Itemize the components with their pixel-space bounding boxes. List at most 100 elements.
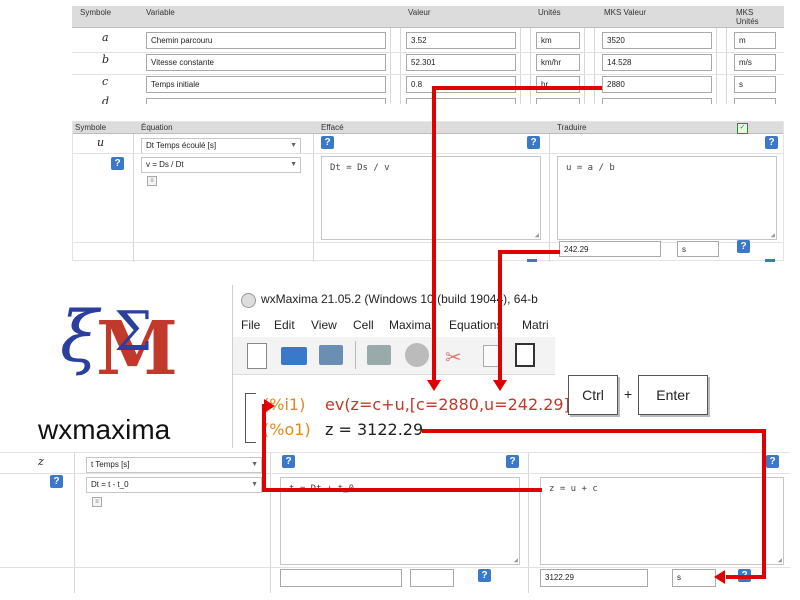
mks-valeur-input-b[interactable]: 14.528 <box>602 54 712 71</box>
help-button[interactable]: ? <box>737 240 750 253</box>
save-icon[interactable] <box>319 345 343 365</box>
ctrl-key: Ctrl <box>568 375 618 415</box>
bottom-formula-select-value: Dt = t - t_0 <box>91 480 129 489</box>
help-button[interactable]: ? <box>478 569 491 582</box>
output-value: z = 3122.29 <box>325 420 424 439</box>
menu-matrix[interactable]: Matri <box>522 318 549 332</box>
unite-input-d[interactable] <box>536 98 580 104</box>
col-sep <box>390 28 391 104</box>
valeur-input-b[interactable]: 52.301 <box>406 54 516 71</box>
input-prefix: ev(z=c+u,[c= <box>325 395 439 414</box>
formula-select[interactable]: v = Ds / Dt ▼ <box>141 157 301 173</box>
dropdown-arrow-icon: ▼ <box>290 161 297 168</box>
variable-table: Symbole Variable Valeur Unités MKS Valeu… <box>72 6 784 104</box>
help-button[interactable]: ? <box>527 136 540 149</box>
arrow-u-vertical <box>498 250 502 382</box>
col-sep <box>584 28 585 104</box>
equation-select[interactable]: Dt Temps écoulé [s] ▼ <box>141 138 301 154</box>
bottom-formula-select[interactable]: Dt = t - t_0 ▼ <box>86 477 262 493</box>
arrow-t-head <box>264 399 275 413</box>
document-icon[interactable]: ≡ <box>147 176 157 186</box>
bottom-efface-unit-input[interactable] <box>410 569 454 587</box>
cell-bracket[interactable] <box>245 393 256 443</box>
mks-unite-input-c[interactable]: s <box>734 76 776 93</box>
menu-edit[interactable]: Edit <box>274 318 295 332</box>
unite-input-c[interactable]: hr <box>536 76 580 93</box>
help-button[interactable]: ? <box>282 455 295 468</box>
help-button[interactable]: ? <box>765 136 778 149</box>
variable-input-d[interactable] <box>146 98 386 104</box>
valeur-input-c[interactable]: 0.8 <box>406 76 516 93</box>
help-button[interactable]: ? <box>50 475 63 488</box>
header-mks-unites-1: MKS <box>736 8 754 17</box>
unite-input-a[interactable]: km <box>536 32 580 49</box>
bottom-equation-select[interactable]: t Temps [s] ▼ <box>86 457 262 473</box>
menu-view[interactable]: View <box>311 318 337 332</box>
paste-icon[interactable] <box>515 343 535 367</box>
mks-unite-input-d[interactable] <box>734 98 776 104</box>
help-button[interactable]: ? <box>766 455 779 468</box>
variable-input-a[interactable]: Chemin parcouru <box>146 32 386 49</box>
col-sep <box>74 453 75 593</box>
open-folder-icon[interactable] <box>281 347 307 365</box>
row-divider <box>72 74 784 75</box>
header-symbole: Symbole <box>75 123 107 132</box>
col-sep <box>726 28 727 104</box>
input-u-value: 242.29 <box>507 395 564 414</box>
bottom-result-value-input[interactable]: 3122.29 <box>540 569 648 587</box>
checkbox-icon[interactable]: ✓ <box>737 123 748 134</box>
resize-handle-icon[interactable]: ◢ <box>535 231 539 239</box>
new-document-icon[interactable] <box>247 343 267 369</box>
result-value-input[interactable]: 242.29 <box>559 241 661 257</box>
equation-table: Symbole Équation Effacé Traduire ✓ u Dt … <box>72 121 784 262</box>
row-divider <box>0 473 790 474</box>
mks-unite-input-a[interactable]: m <box>734 32 776 49</box>
help-button[interactable]: ? <box>506 455 519 468</box>
valeur-input-a[interactable]: 3.52 <box>406 32 516 49</box>
bottom-result-unit-input[interactable]: s <box>672 569 716 587</box>
col-sep <box>400 28 401 104</box>
bottom-equation-table: z t Temps [s] ▼ ? ? ? ? Dt = t - t_0 ▼ ≡… <box>0 452 790 593</box>
variable-input-c[interactable]: Temps initiale <box>146 76 386 93</box>
menu-maxima[interactable]: Maxima <box>389 318 431 332</box>
header-traduire: Traduire <box>557 123 587 132</box>
help-button[interactable]: ? <box>321 136 334 149</box>
formula-select-value: v = Ds / Dt <box>146 160 184 169</box>
bottom-traduire-textarea[interactable]: z = u + c ◢ <box>540 477 784 565</box>
mks-valeur-input-d[interactable] <box>602 98 712 104</box>
header-mks-unites-2: Unités <box>736 17 759 26</box>
menu-equations[interactable]: Equations <box>449 318 502 332</box>
valeur-input-d[interactable] <box>406 98 516 104</box>
arrow-u-horizontal <box>498 250 560 254</box>
traduire-textarea[interactable]: u = a / b ◢ <box>557 156 777 240</box>
mks-valeur-input-c[interactable]: 2880 <box>602 76 712 93</box>
logo-xi: ξ <box>60 296 99 378</box>
resize-handle-icon[interactable]: ◢ <box>514 556 518 564</box>
menu-file[interactable]: File <box>241 318 260 332</box>
symbol-c: c <box>102 75 109 88</box>
unite-input-b[interactable]: km/hr <box>536 54 580 71</box>
document-icon[interactable]: ≡ <box>92 497 102 507</box>
resize-handle-icon[interactable]: ◢ <box>778 556 782 564</box>
resize-handle-icon[interactable]: ◢ <box>771 231 775 239</box>
header-mks-valeur: MKS Valeur <box>604 8 647 17</box>
variable-input-b[interactable]: Vitesse constante <box>146 54 386 71</box>
header-symbole: Symbole <box>80 8 112 17</box>
row-divider <box>0 567 790 568</box>
result-unit-input[interactable]: s <box>677 241 719 257</box>
mks-valeur-input-a[interactable]: 3520 <box>602 32 712 49</box>
dropdown-arrow-icon: ▼ <box>290 142 297 149</box>
equation-symbol: u <box>97 136 105 149</box>
settings-icon[interactable] <box>405 343 429 367</box>
menubar: File Edit View Cell Maxima Equations Mat… <box>233 315 555 337</box>
input-line[interactable]: ev(z=c+u,[c=2880,u=242.29]); <box>325 395 581 414</box>
col-sep <box>530 28 531 104</box>
window-title: wxMaxima 21.05.2 (Windows 10 (build 1904… <box>261 292 538 306</box>
menu-cell[interactable]: Cell <box>353 318 374 332</box>
efface-textarea[interactable]: Dt = Ds / v ◢ <box>321 156 541 240</box>
bottom-efface-value-input[interactable] <box>280 569 402 587</box>
mks-unite-input-b[interactable]: m/s <box>734 54 776 71</box>
help-button[interactable]: ? <box>111 157 124 170</box>
cut-icon[interactable]: ✂ <box>445 345 462 370</box>
print-icon[interactable] <box>367 345 391 365</box>
